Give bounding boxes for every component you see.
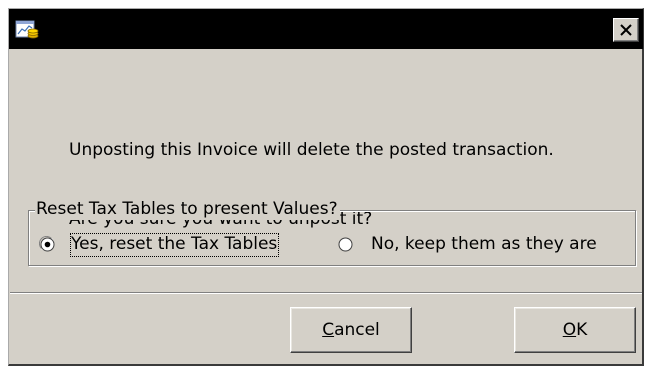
cancel-label: ancel [334, 320, 380, 340]
radio-no-keep[interactable] [337, 236, 354, 253]
title-bar[interactable] [9, 9, 643, 49]
app-icon [15, 18, 39, 40]
radio-yes-label[interactable]: Yes, reset the Tax Tables [70, 233, 280, 257]
cancel-mnemonic: C [322, 320, 335, 340]
tax-reset-group-label: Reset Tax Tables to present Values? [35, 199, 340, 220]
ok-mnemonic: O [562, 320, 577, 340]
separator-line [10, 292, 642, 294]
message-line: Unposting this Invoice will delete the p… [69, 140, 554, 160]
cancel-button[interactable]: Cancel [290, 307, 412, 353]
close-icon [620, 24, 632, 36]
ok-button[interactable]: OK [514, 307, 636, 353]
unpost-invoice-dialog: Unposting this Invoice will delete the p… [8, 8, 644, 366]
close-button[interactable] [613, 18, 639, 42]
radio-yes-reset[interactable] [38, 235, 56, 253]
radio-no-label[interactable]: No, keep them as they are [371, 234, 597, 255]
ok-label: K [576, 320, 588, 340]
